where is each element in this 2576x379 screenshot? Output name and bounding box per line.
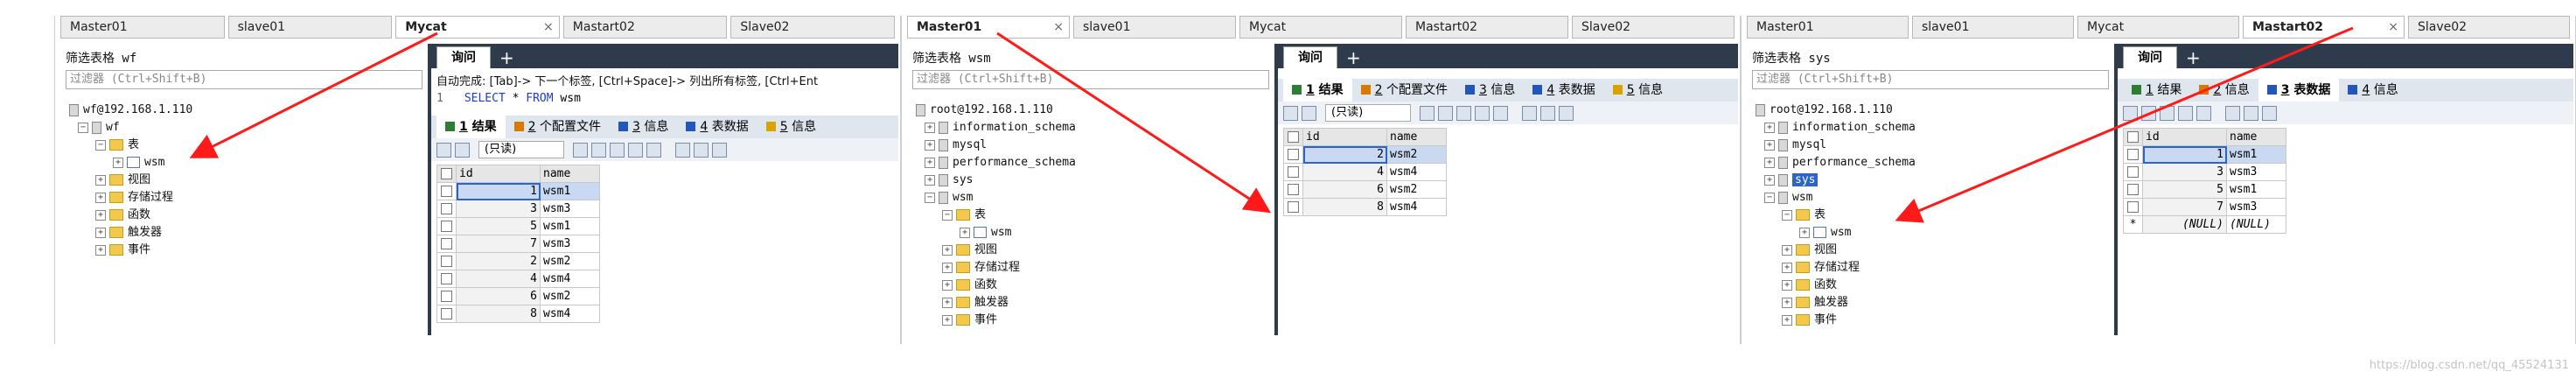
arrow-to-master01-result [996, 32, 1272, 214]
arrow-to-mastart02-table [1895, 26, 2354, 223]
watermark: https://blog.csdn.net/qq_45524131 [2369, 359, 2569, 372]
arrow-to-wf-table [189, 32, 438, 158]
annotation-arrows [189, 26, 2354, 223]
